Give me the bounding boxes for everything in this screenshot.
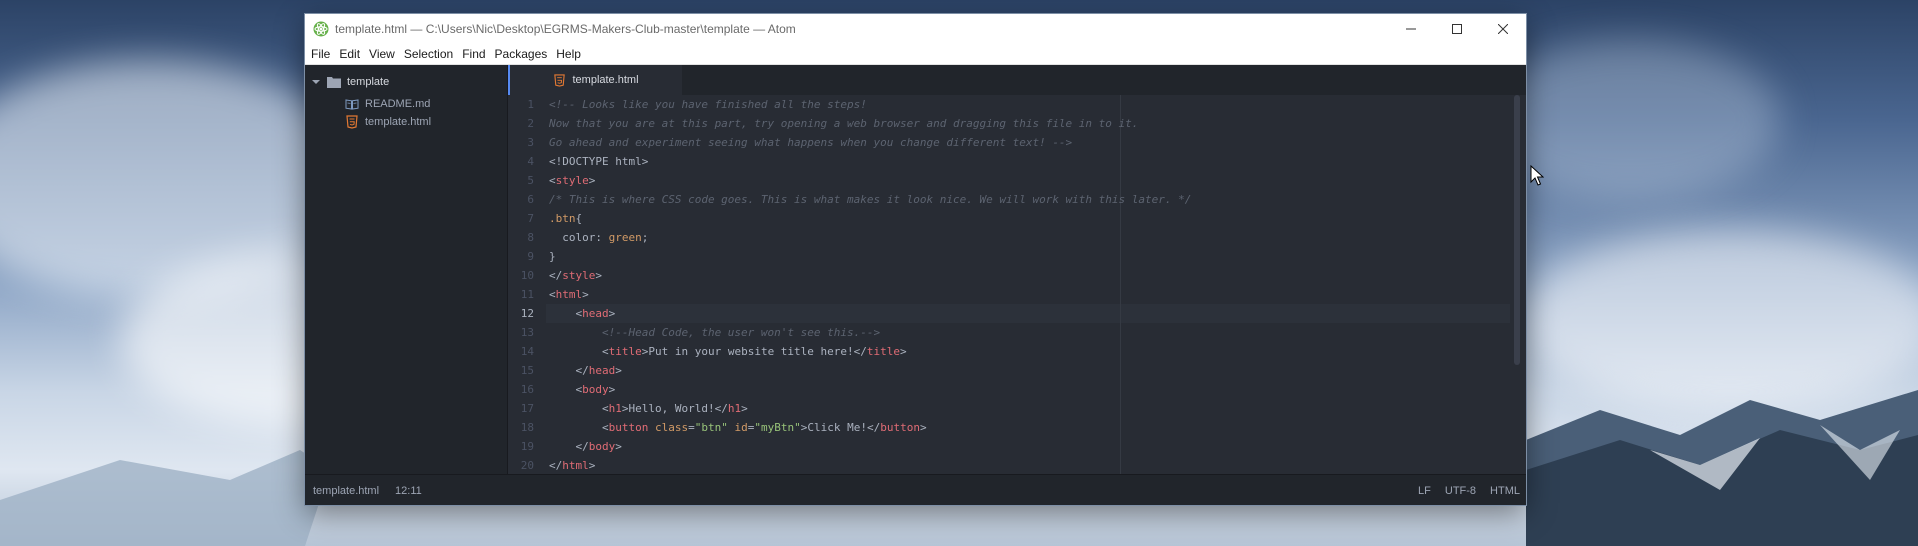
tree-view: template README.md template.html [305,65,508,474]
line-number[interactable]: 4 [508,152,534,171]
line-number[interactable]: 2 [508,114,534,133]
close-icon [1498,24,1508,34]
line-number[interactable]: 7 [508,209,534,228]
line-number[interactable]: 11 [508,285,534,304]
line-number[interactable]: 18 [508,418,534,437]
text-editor[interactable]: 1 2 3 4 5 6 7 8 9 10 11 12 13 14 15 16 17 18 19 20 <!-- Loo… [508,95,1526,474]
line-number[interactable]: 15 [508,361,534,380]
code-line[interactable]: Go ahead and experiment seeing what happ… [546,133,1072,152]
vertical-scrollbar[interactable] [1514,95,1520,365]
code-line[interactable]: } [546,247,556,266]
window-title: template.html — C:\Users\Nic\Desktop\EGR… [335,22,796,36]
menu-edit[interactable]: Edit [339,47,360,61]
line-number[interactable]: 5 [508,171,534,190]
line-number[interactable]: 20 [508,456,534,474]
code-line[interactable]: <!-- Looks like you have finished all th… [546,95,867,114]
tree-root-label: template [347,76,390,88]
code-line[interactable]: <body> [546,380,616,399]
wrap-guide [1120,95,1121,474]
code-line[interactable]: </body> [546,437,622,456]
tab-bar: template.html [508,65,1526,95]
line-number[interactable]: 13 [508,323,534,342]
code-line[interactable]: <html> [546,285,589,304]
minimize-button[interactable] [1388,14,1434,44]
tree-file-label: template.html [365,116,432,128]
status-encoding[interactable]: UTF-8 [1445,485,1476,497]
code-line[interactable]: <!DOCTYPE html> [546,152,648,171]
menu-help[interactable]: Help [556,47,581,61]
cursor-line-highlight [508,304,1510,323]
folder-icon [327,77,341,88]
html5-icon [346,115,358,129]
line-number[interactable]: 19 [508,437,534,456]
status-cursor-position[interactable]: 12:11 [395,485,422,497]
status-grammar[interactable]: HTML [1490,485,1520,497]
line-number[interactable]: 12 [508,304,534,323]
code-line[interactable]: <title>Put in your website title here!</… [546,342,907,361]
code-line[interactable]: .btn{ [546,209,582,228]
code-line[interactable]: <head> [546,304,616,323]
line-number[interactable]: 1 [508,95,534,114]
menu-find[interactable]: Find [462,47,485,61]
code-line[interactable]: color: green; [546,228,648,247]
tab-template-html[interactable]: template.html [508,65,682,95]
line-number-gutter[interactable]: 1 2 3 4 5 6 7 8 9 10 11 12 13 14 15 16 17 18 19 20 [508,95,546,474]
line-number[interactable]: 3 [508,133,534,152]
code-line[interactable]: Now that you are at this part, try openi… [546,114,1138,133]
maximize-icon [1452,24,1462,34]
line-number[interactable]: 14 [508,342,534,361]
close-button[interactable] [1480,14,1526,44]
line-number[interactable]: 8 [508,228,534,247]
tree-file-label: README.md [365,98,431,110]
atom-window: template.html — C:\Users\Nic\Desktop\EGR… [305,14,1526,505]
line-number[interactable]: 10 [508,266,534,285]
code-line[interactable]: <!--Head Code, the user won't see this.-… [546,323,880,342]
line-number[interactable]: 17 [508,399,534,418]
minimize-icon [1406,28,1416,30]
mouse-cursor-icon [1530,165,1544,186]
tree-file-template[interactable]: template.html [345,112,431,132]
line-number[interactable]: 6 [508,190,534,209]
line-number[interactable]: 9 [508,247,534,266]
tree-file-readme[interactable]: README.md [345,94,430,114]
title-bar[interactable]: template.html — C:\Users\Nic\Desktop\EGR… [305,14,1526,44]
atom-app-icon [313,21,329,37]
code-line[interactable]: </html> [546,456,595,474]
html5-icon [554,73,566,87]
code-line[interactable]: /* This is where CSS code goes. This is … [546,190,1191,209]
code-line[interactable]: </style> [546,266,602,285]
chevron-down-icon [312,80,320,84]
menu-selection[interactable]: Selection [404,47,453,61]
code-line[interactable]: <style> [546,171,595,190]
maximize-button[interactable] [1434,14,1480,44]
code-line[interactable]: <button class="btn" id="myBtn">Click Me!… [546,418,927,437]
tab-label: template.html [572,74,639,86]
menu-packages[interactable]: Packages [495,47,548,61]
book-icon [345,99,359,110]
code-line[interactable]: <h1>Hello, World!</h1> [546,399,748,418]
menu-file[interactable]: File [311,47,330,61]
tree-root-folder[interactable]: template [311,72,389,92]
line-number[interactable]: 16 [508,380,534,399]
menu-bar: File Edit View Selection Find Packages H… [305,44,1526,65]
menu-view[interactable]: View [369,47,395,61]
status-line-ending[interactable]: LF [1418,485,1431,497]
status-file-path[interactable]: template.html [313,485,379,497]
code-line[interactable]: </head> [546,361,622,380]
status-bar: template.html 12:11 LF UTF-8 HTML [305,474,1526,505]
window-controls [1388,14,1526,44]
